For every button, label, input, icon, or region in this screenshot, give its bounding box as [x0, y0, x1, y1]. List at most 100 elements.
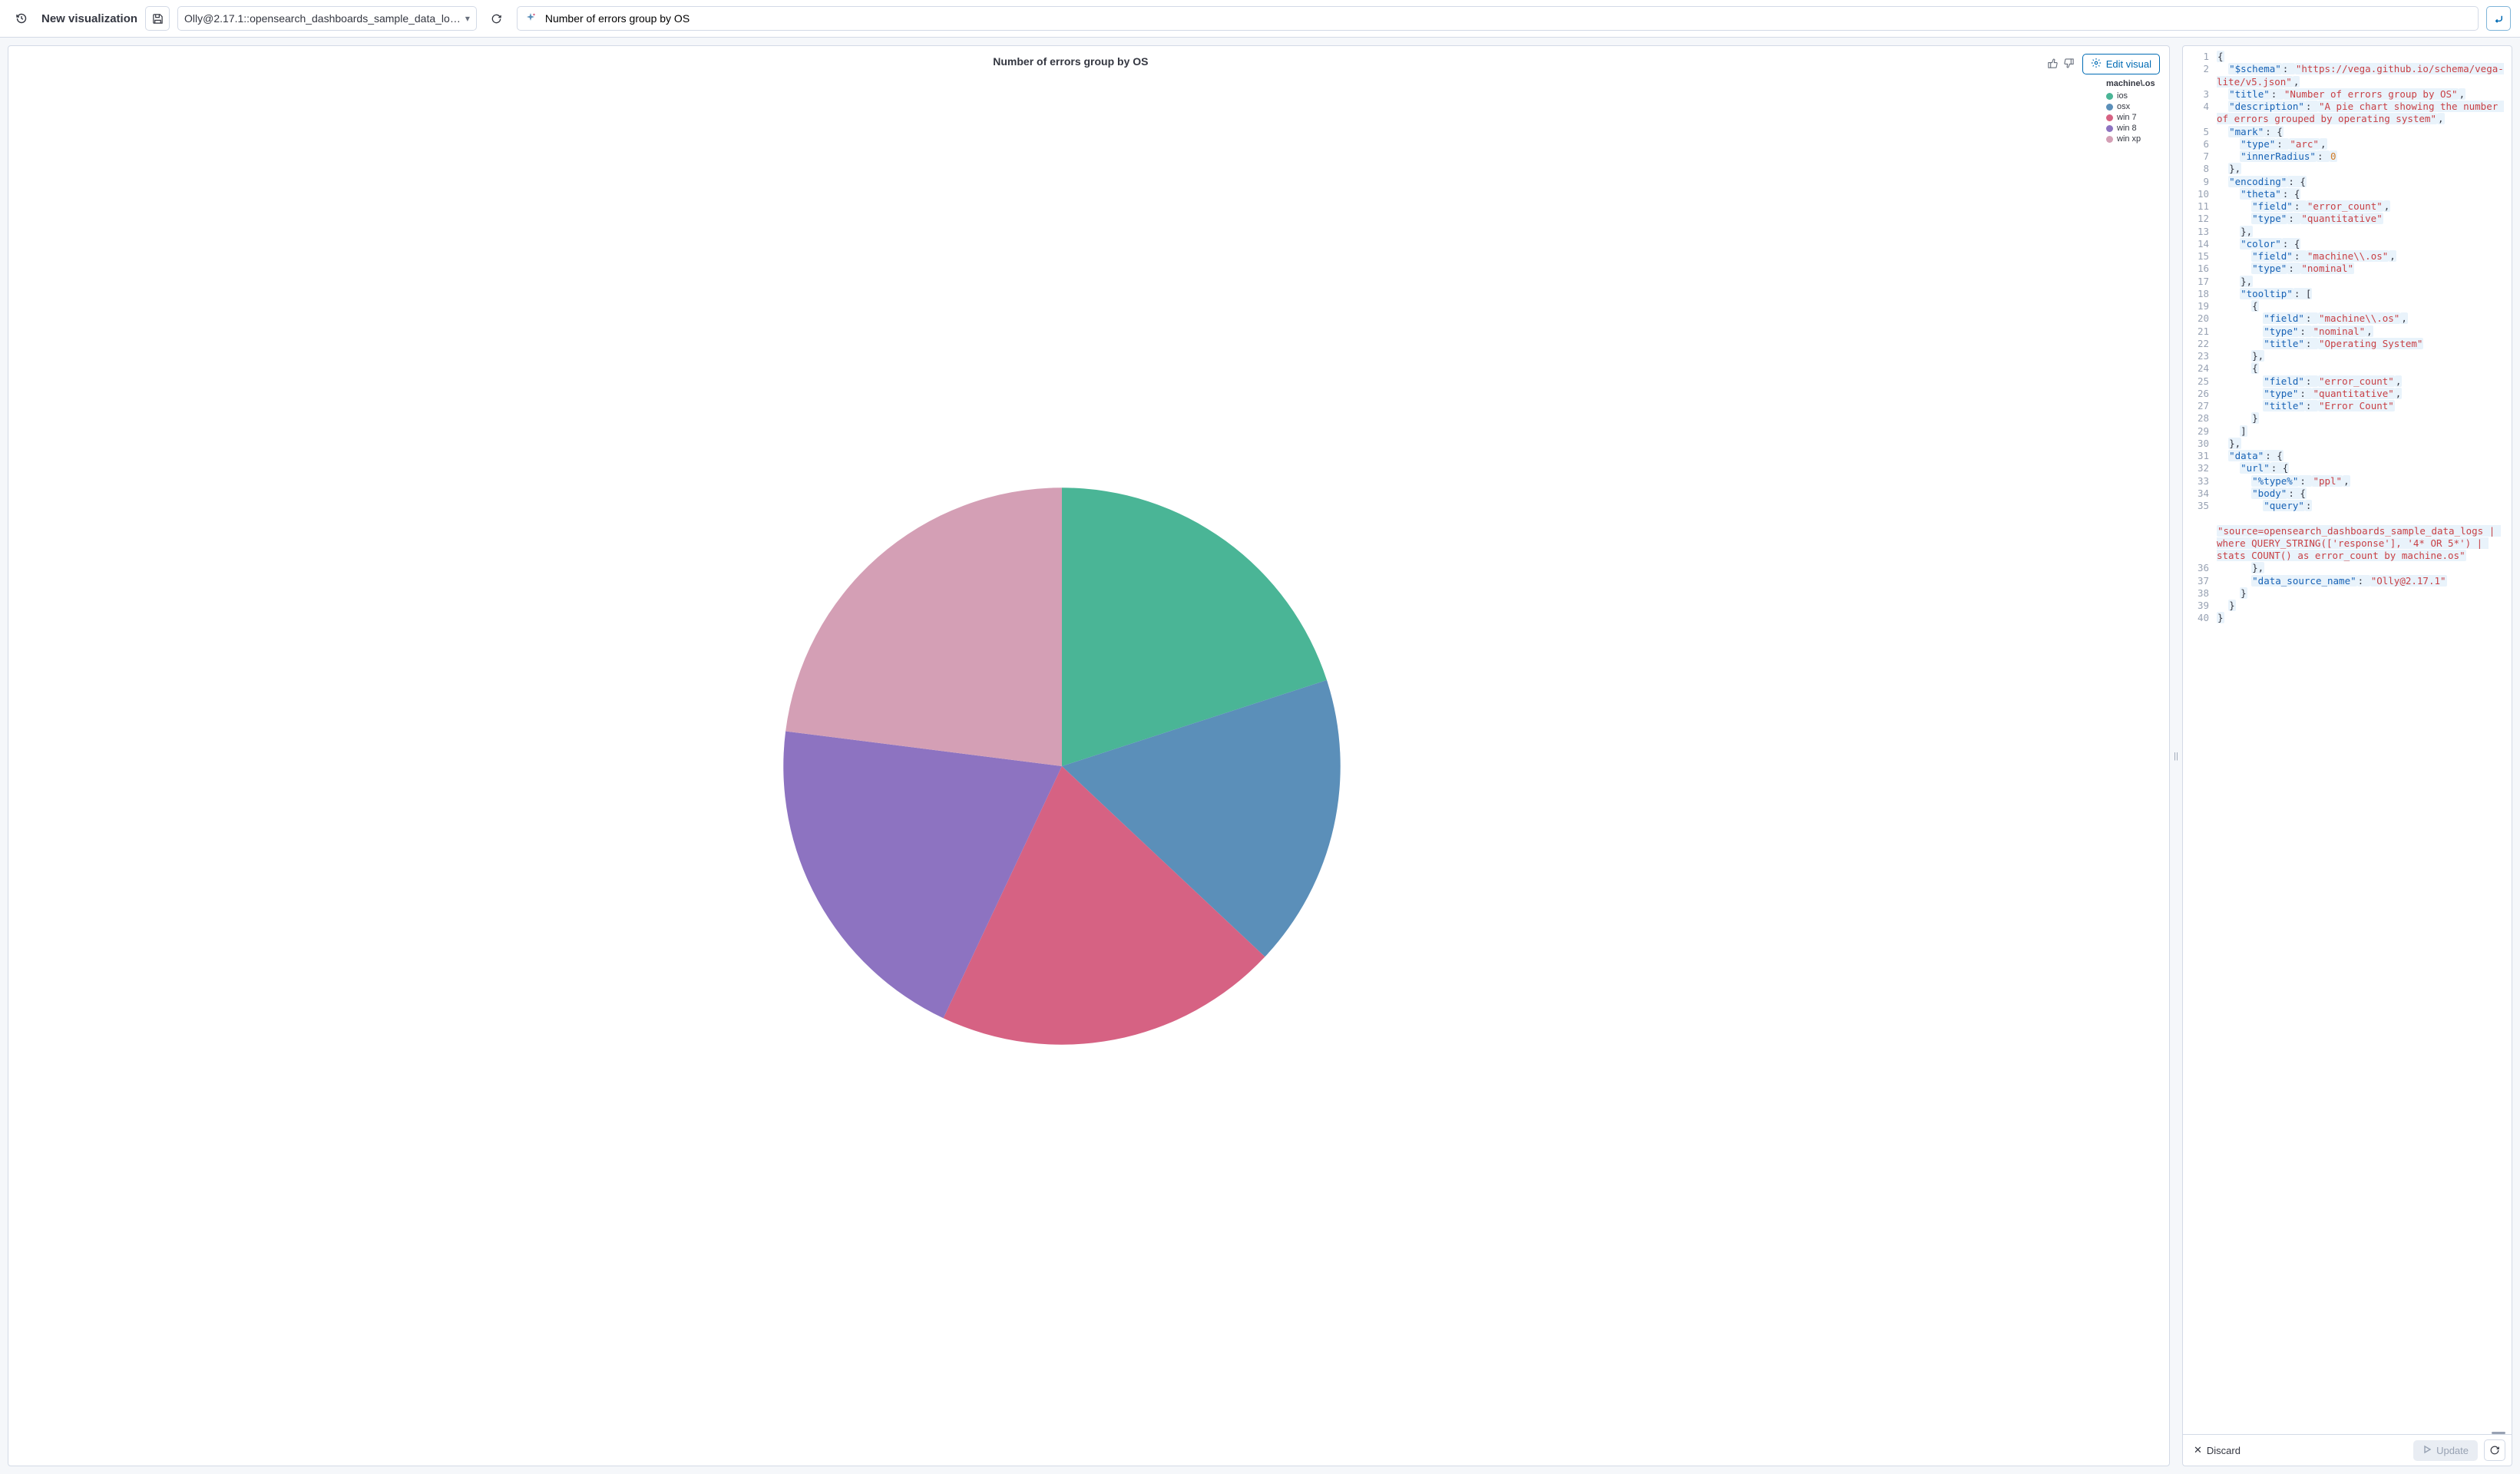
pie-slice-win-xp[interactable]	[785, 487, 1062, 766]
discard-button[interactable]: ✕ Discard	[2189, 1443, 2245, 1457]
legend-swatch	[2106, 125, 2113, 132]
update-label: Update	[2436, 1445, 2469, 1456]
panel-splitter[interactable]: ||	[2170, 45, 2182, 1466]
chevron-down-icon: ▾	[465, 13, 470, 24]
code-line: 2 "$schema": "https://vega.github.io/sch…	[2183, 63, 2512, 88]
code-line: 10 "theta": {	[2183, 188, 2512, 200]
code-line: 26 "type": "quantitative",	[2183, 388, 2512, 400]
code-line: 17 },	[2183, 276, 2512, 288]
legend-item[interactable]: ios	[2106, 91, 2160, 101]
line-number: 16	[2183, 263, 2217, 275]
code-line: 23 },	[2183, 350, 2512, 362]
submit-query-button[interactable]	[2486, 6, 2511, 31]
thumbs-down-icon[interactable]	[2063, 58, 2075, 71]
code-line: 33 "%type%": "ppl",	[2183, 475, 2512, 487]
legend-swatch	[2106, 104, 2113, 111]
legend-label: win 8	[2117, 124, 2137, 133]
code-line: 31 "data": {	[2183, 450, 2512, 462]
line-number: 18	[2183, 288, 2217, 300]
code-line: 24 {	[2183, 362, 2512, 375]
editor-scroll-indicator	[2183, 1423, 2512, 1434]
line-number: 12	[2183, 213, 2217, 225]
code-line: 27 "title": "Error Count"	[2183, 400, 2512, 412]
legend-item[interactable]: win 7	[2106, 113, 2160, 122]
datasource-label: Olly@2.17.1::opensearch_dashboards_sampl…	[184, 12, 461, 25]
code-line: 13 },	[2183, 226, 2512, 238]
line-number: 15	[2183, 250, 2217, 263]
legend-swatch	[2106, 114, 2113, 121]
edit-visual-button[interactable]: Edit visual	[2082, 54, 2160, 74]
code-line: 38 }	[2183, 587, 2512, 600]
line-number: 27	[2183, 400, 2217, 412]
line-number: 5	[2183, 126, 2217, 138]
pie-chart	[747, 474, 1377, 1058]
line-number: 14	[2183, 238, 2217, 250]
code-line: 21 "type": "nominal",	[2183, 326, 2512, 338]
legend-label: win 7	[2117, 113, 2137, 122]
line-number: 2	[2183, 63, 2217, 75]
code-line: 12 "type": "quantitative"	[2183, 213, 2512, 225]
code-line: 16 "type": "nominal"	[2183, 263, 2512, 275]
datasource-select[interactable]: Olly@2.17.1::opensearch_dashboards_sampl…	[177, 6, 477, 31]
code-line: 8 },	[2183, 163, 2512, 175]
ai-sparkle-icon	[524, 12, 537, 25]
line-number: 30	[2183, 438, 2217, 450]
code-line: 28 }	[2183, 412, 2512, 425]
line-number: 32	[2183, 462, 2217, 474]
line-number: 9	[2183, 176, 2217, 188]
line-number: 34	[2183, 487, 2217, 500]
query-container	[517, 6, 2479, 31]
vega-spec-editor[interactable]: 1{2 "$schema": "https://vega.github.io/s…	[2183, 46, 2512, 1423]
legend-item[interactable]: win xp	[2106, 134, 2160, 144]
line-number: 6	[2183, 138, 2217, 150]
code-line: 6 "type": "arc",	[2183, 138, 2512, 150]
code-line: 25 "field": "error_count",	[2183, 375, 2512, 388]
code-line: 37 "data_source_name": "Olly@2.17.1"	[2183, 575, 2512, 587]
line-number: 10	[2183, 188, 2217, 200]
history-icon[interactable]	[9, 6, 34, 31]
query-input[interactable]	[544, 12, 2472, 25]
line-number: 31	[2183, 450, 2217, 462]
line-number: 21	[2183, 326, 2217, 338]
line-number: 17	[2183, 276, 2217, 288]
line-number: 19	[2183, 300, 2217, 312]
legend-item[interactable]: win 8	[2106, 124, 2160, 133]
line-number: 1	[2183, 51, 2217, 63]
code-line: 3 "title": "Number of errors group by OS…	[2183, 88, 2512, 101]
line-number: 40	[2183, 612, 2217, 624]
legend-swatch	[2106, 93, 2113, 100]
play-icon	[2422, 1445, 2432, 1456]
code-line: 5 "mark": {	[2183, 126, 2512, 138]
edit-visual-label: Edit visual	[2106, 58, 2151, 70]
code-line: 39 }	[2183, 600, 2512, 612]
line-number: 28	[2183, 412, 2217, 425]
save-button[interactable]	[145, 6, 170, 31]
code-line: 20 "field": "machine\\.os",	[2183, 312, 2512, 325]
update-button[interactable]: Update	[2413, 1440, 2478, 1461]
legend-item[interactable]: osx	[2106, 102, 2160, 111]
code-line: 15 "field": "machine\\.os",	[2183, 250, 2512, 263]
line-number: 24	[2183, 362, 2217, 375]
refresh-datasource-button[interactable]	[484, 6, 509, 31]
line-number: 33	[2183, 475, 2217, 487]
line-number: 11	[2183, 200, 2217, 213]
legend-label: ios	[2117, 91, 2128, 101]
legend-label: osx	[2117, 102, 2130, 111]
page-title: New visualization	[41, 12, 137, 25]
line-number: 3	[2183, 88, 2217, 101]
legend-title: machine\.os	[2106, 79, 2160, 88]
top-toolbar: New visualization Olly@2.17.1::opensearc…	[0, 0, 2520, 38]
thumbs-up-icon[interactable]	[2047, 58, 2059, 71]
chart-title: Number of errors group by OS	[94, 55, 2047, 68]
line-number: 23	[2183, 350, 2217, 362]
line-number: 4	[2183, 101, 2217, 113]
code-line: 40}	[2183, 612, 2512, 624]
code-line: 34 "body": {	[2183, 487, 2512, 500]
code-line: 7 "innerRadius": 0	[2183, 150, 2512, 163]
line-number: 7	[2183, 150, 2217, 163]
code-line: 35 "query":	[2183, 500, 2512, 512]
refresh-code-button[interactable]	[2484, 1439, 2505, 1461]
line-number: 13	[2183, 226, 2217, 238]
code-line: 18 "tooltip": [	[2183, 288, 2512, 300]
line-number: 37	[2183, 575, 2217, 587]
